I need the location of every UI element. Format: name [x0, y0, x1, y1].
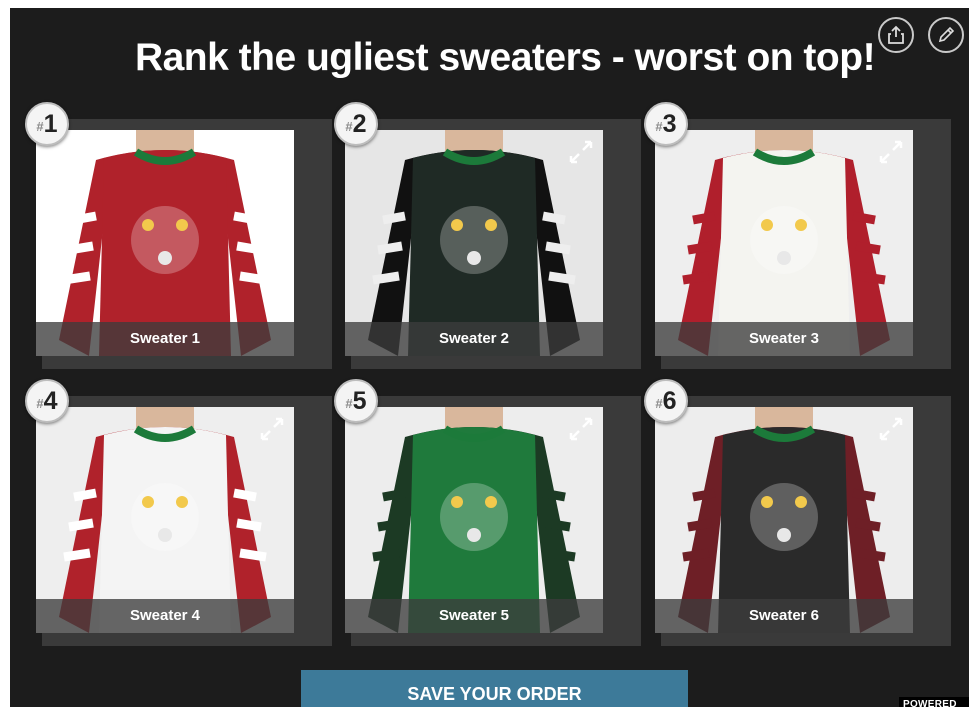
- expand-icon[interactable]: [877, 415, 905, 448]
- rank-badge: #6: [644, 379, 688, 423]
- sweater-photo[interactable]: Sweater 4: [36, 407, 294, 633]
- sweater-photo[interactable]: Sweater 5: [345, 407, 603, 633]
- rank-number: 2: [352, 109, 367, 138]
- rank-hash: #: [36, 118, 44, 134]
- edit-button[interactable]: [928, 17, 964, 53]
- sweater-card[interactable]: Sweater 3 #3: [644, 102, 951, 369]
- expand-icon[interactable]: [567, 138, 595, 171]
- save-order-button[interactable]: SAVE YOUR ORDER: [301, 670, 688, 707]
- rank-number: 1: [43, 109, 58, 138]
- rank-badge: #3: [644, 102, 688, 146]
- sweater-caption: Sweater 3: [655, 322, 913, 356]
- sweater-caption: Sweater 5: [345, 599, 603, 633]
- rank-number: 6: [662, 386, 677, 415]
- rank-badge: #4: [25, 379, 69, 423]
- sweater-photo[interactable]: Sweater 6: [655, 407, 913, 633]
- ranking-widget: Rank the ugliest sweaters - worst on top…: [10, 8, 969, 707]
- sweater-caption: Sweater 1: [36, 322, 294, 356]
- rank-number: 3: [662, 109, 677, 138]
- pencil-icon: [938, 26, 955, 43]
- expand-icon[interactable]: [567, 415, 595, 448]
- share-icon: [888, 25, 904, 44]
- share-button[interactable]: [878, 17, 914, 53]
- rank-hash: #: [655, 395, 663, 411]
- expand-icon[interactable]: [258, 415, 286, 448]
- rank-badge: #1: [25, 102, 69, 146]
- sweater-card[interactable]: Sweater 5 #5: [334, 379, 641, 646]
- sweater-photo[interactable]: Sweater 1: [36, 130, 294, 356]
- sweater-card[interactable]: Sweater 4 #4: [25, 379, 332, 646]
- sweater-photo[interactable]: Sweater 3: [655, 130, 913, 356]
- powered-by-label: POWERED BY: [899, 697, 969, 707]
- rank-badge: #2: [334, 102, 378, 146]
- rank-hash: #: [655, 118, 663, 134]
- sweater-card[interactable]: Sweater 6 #6: [644, 379, 951, 646]
- rank-hash: #: [345, 395, 353, 411]
- sweater-caption: Sweater 4: [36, 599, 294, 633]
- sweater-caption: Sweater 2: [345, 322, 603, 356]
- rank-number: 5: [352, 386, 367, 415]
- sweater-photo[interactable]: Sweater 2: [345, 130, 603, 356]
- sweater-card[interactable]: Sweater 1 #1: [25, 102, 332, 369]
- rank-number: 4: [43, 386, 58, 415]
- rank-badge: #5: [334, 379, 378, 423]
- rank-hash: #: [36, 395, 44, 411]
- sweater-caption: Sweater 6: [655, 599, 913, 633]
- sweater-card[interactable]: Sweater 2 #2: [334, 102, 641, 369]
- expand-icon[interactable]: [877, 138, 905, 171]
- rank-hash: #: [345, 118, 353, 134]
- page-title: Rank the ugliest sweaters - worst on top…: [134, 36, 876, 79]
